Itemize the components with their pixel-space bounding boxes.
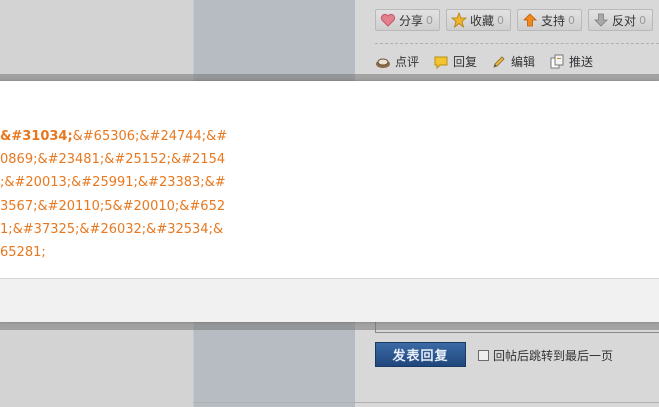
coffee-cup-icon — [375, 54, 391, 70]
message-line-5: 1;&#37325;&#26032;&#32534;& — [0, 221, 224, 237]
message-line-4: 3567;&#20110;5&#20010;&#652 — [0, 198, 226, 214]
jump-option[interactable]: 回帖后跳转到最后一页 — [478, 347, 613, 364]
oppose-count: 0 — [639, 13, 647, 27]
jump-checkbox[interactable] — [478, 350, 489, 361]
reply-label: 回复 — [453, 55, 478, 69]
message-line-1: &#31034;&#65306;&#24744;&# — [0, 125, 240, 148]
share-label: 分享 — [399, 13, 424, 28]
dialog-body: &#31034;&#65306;&#24744;&# 0869;&#23481;… — [0, 81, 659, 278]
arrow-up-icon — [522, 12, 538, 28]
speech-bubble-icon — [433, 54, 449, 70]
message-line-3: ;&#20013;&#25991;&#23383;&# — [0, 175, 226, 191]
reply-link[interactable]: 回复 — [433, 53, 477, 70]
post-actions: 分享 0 收藏 0 支持 0 反对 0 — [375, 9, 654, 31]
comment-label: 点评 — [395, 55, 420, 69]
edit-link[interactable]: 编辑 — [491, 53, 535, 70]
jump-label: 回帖后跳转到最后一页 — [493, 349, 614, 363]
message-bold: &#31034; — [0, 129, 73, 144]
arrow-down-icon — [593, 12, 609, 28]
share-count: 0 — [426, 13, 434, 27]
alert-dialog: &#31034;&#65306;&#24744;&# 0869;&#23481;… — [0, 81, 659, 322]
support-count: 0 — [568, 13, 576, 27]
heart-icon — [380, 12, 396, 28]
push-link[interactable]: 推送 — [549, 53, 593, 70]
dashed-separator — [375, 43, 659, 44]
push-label: 推送 — [569, 55, 594, 69]
favorite-button[interactable]: 收藏 0 — [446, 9, 512, 31]
favorite-count: 0 — [497, 13, 505, 27]
document-icon — [549, 54, 565, 70]
divider — [193, 402, 659, 403]
favorite-label: 收藏 — [470, 13, 495, 28]
edit-label: 编辑 — [511, 55, 536, 69]
message-line-2: 0869;&#23481;&#25152;&#2154 — [0, 152, 226, 168]
oppose-label: 反对 — [612, 13, 637, 28]
share-button[interactable]: 分享 0 — [375, 9, 441, 31]
dialog-message: &#31034;&#65306;&#24744;&# 0869;&#23481;… — [0, 125, 240, 264]
pencil-icon — [491, 54, 507, 70]
oppose-button[interactable]: 反对 0 — [588, 9, 654, 31]
support-button[interactable]: 支持 0 — [517, 9, 583, 31]
dialog-footer — [0, 278, 659, 322]
star-icon — [450, 11, 468, 29]
message-text: &#65306;&#24744;&# — [72, 129, 228, 144]
submit-reply-button[interactable]: 发表回复 — [375, 342, 466, 367]
support-label: 支持 — [541, 13, 566, 28]
post-tools: 点评 回复 编辑 推送 — [375, 53, 593, 70]
comment-link[interactable]: 点评 — [375, 53, 419, 70]
message-line-6: 65281; — [0, 245, 46, 261]
